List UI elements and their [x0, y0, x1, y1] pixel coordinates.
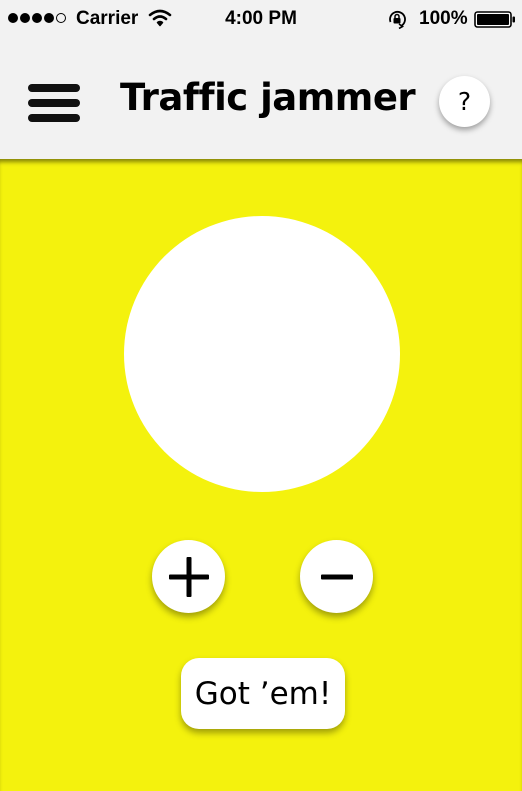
help-button[interactable]: ? — [439, 76, 490, 127]
main-panel: Got ’em! — [0, 159, 522, 791]
plus-icon — [168, 556, 209, 597]
battery-percent: 100% — [419, 8, 468, 29]
status-bar: Carrier 4:00 PM 100% — [0, 0, 522, 38]
battery-icon — [474, 11, 515, 28]
minus-icon — [320, 574, 353, 579]
decrease-button[interactable] — [300, 540, 373, 613]
status-indicator-circle — [124, 216, 400, 492]
menu-bar-line — [28, 84, 80, 92]
menu-bar-line — [28, 99, 80, 107]
got-em-button[interactable]: Got ’em! — [181, 658, 345, 729]
page-title: Traffic jammer — [120, 76, 416, 119]
menu-bar-line — [28, 114, 80, 122]
orientation-lock-icon — [389, 10, 406, 29]
nav-bar: Traffic jammer ? — [0, 38, 522, 159]
increase-button[interactable] — [152, 540, 225, 613]
hamburger-menu-icon[interactable] — [28, 84, 80, 122]
